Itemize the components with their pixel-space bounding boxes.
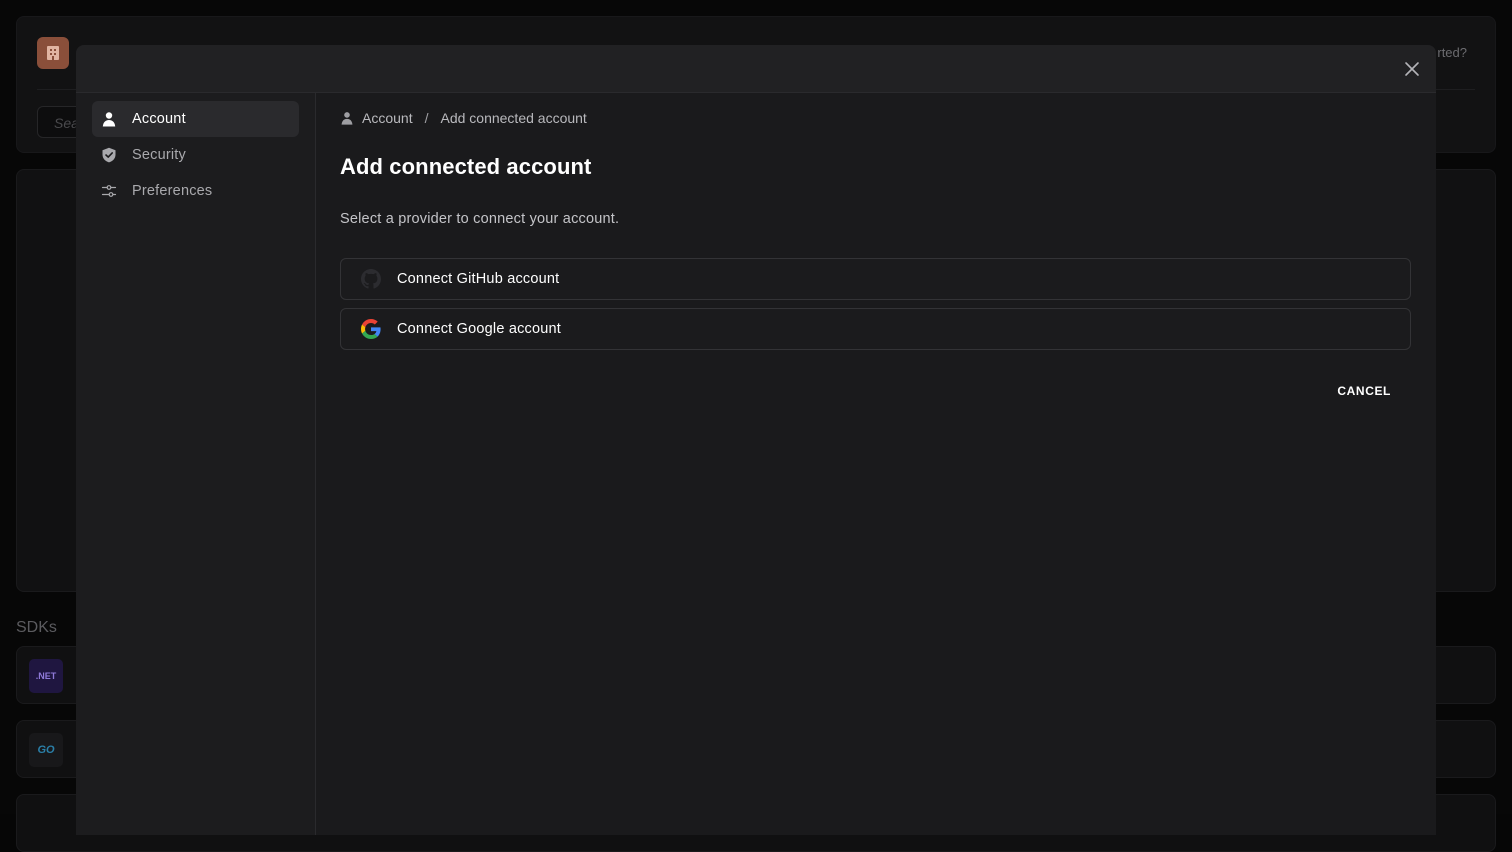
breadcrumb-separator: / [425,110,429,126]
page-subtitle: Select a provider to connect your accoun… [340,211,1412,227]
sidebar-item-label: Account [132,111,186,127]
sidebar-item-account[interactable]: Account [92,101,299,137]
github-icon [361,269,381,289]
modal-actions: CANCEL [340,384,1411,398]
sidebar-item-label: Security [132,147,186,163]
sliders-icon [100,182,118,200]
shield-icon [100,146,118,164]
sidebar-item-preferences[interactable]: Preferences [92,173,299,209]
user-icon [100,110,118,128]
sdks-title: SDKs [16,619,57,637]
user-icon [340,111,354,125]
go-icon: GO [29,733,63,767]
connect-github-button[interactable]: Connect GitHub account [340,258,1411,300]
breadcrumb: Account / Add connected account [340,109,1412,127]
app-logo [37,37,69,69]
modal-topbar [76,45,1436,93]
account-settings-modal: Account Security Preferences Ac [76,45,1436,835]
provider-label: Connect GitHub account [397,271,559,287]
connect-google-button[interactable]: Connect Google account [340,308,1411,350]
building-icon [44,44,62,62]
cancel-button[interactable]: CANCEL [1337,384,1391,398]
provider-list: Connect GitHub account Connect Google ac… [340,258,1411,350]
google-icon [361,319,381,339]
modal-body: Account Security Preferences Ac [76,93,1436,835]
page-title: Add connected account [340,154,1412,180]
breadcrumb-account-link[interactable]: Account [362,110,413,126]
sidebar-item-security[interactable]: Security [92,137,299,173]
settings-sidebar: Account Security Preferences [76,93,316,835]
sidebar-item-label: Preferences [132,183,212,199]
provider-label: Connect Google account [397,321,561,337]
dotnet-icon: .NET [29,659,63,693]
close-button[interactable] [1402,59,1422,79]
breadcrumb-current: Add connected account [440,110,586,126]
background-help-text: rted? [1437,45,1467,60]
close-icon [1404,61,1420,77]
settings-content: Account / Add connected account Add conn… [316,93,1436,835]
